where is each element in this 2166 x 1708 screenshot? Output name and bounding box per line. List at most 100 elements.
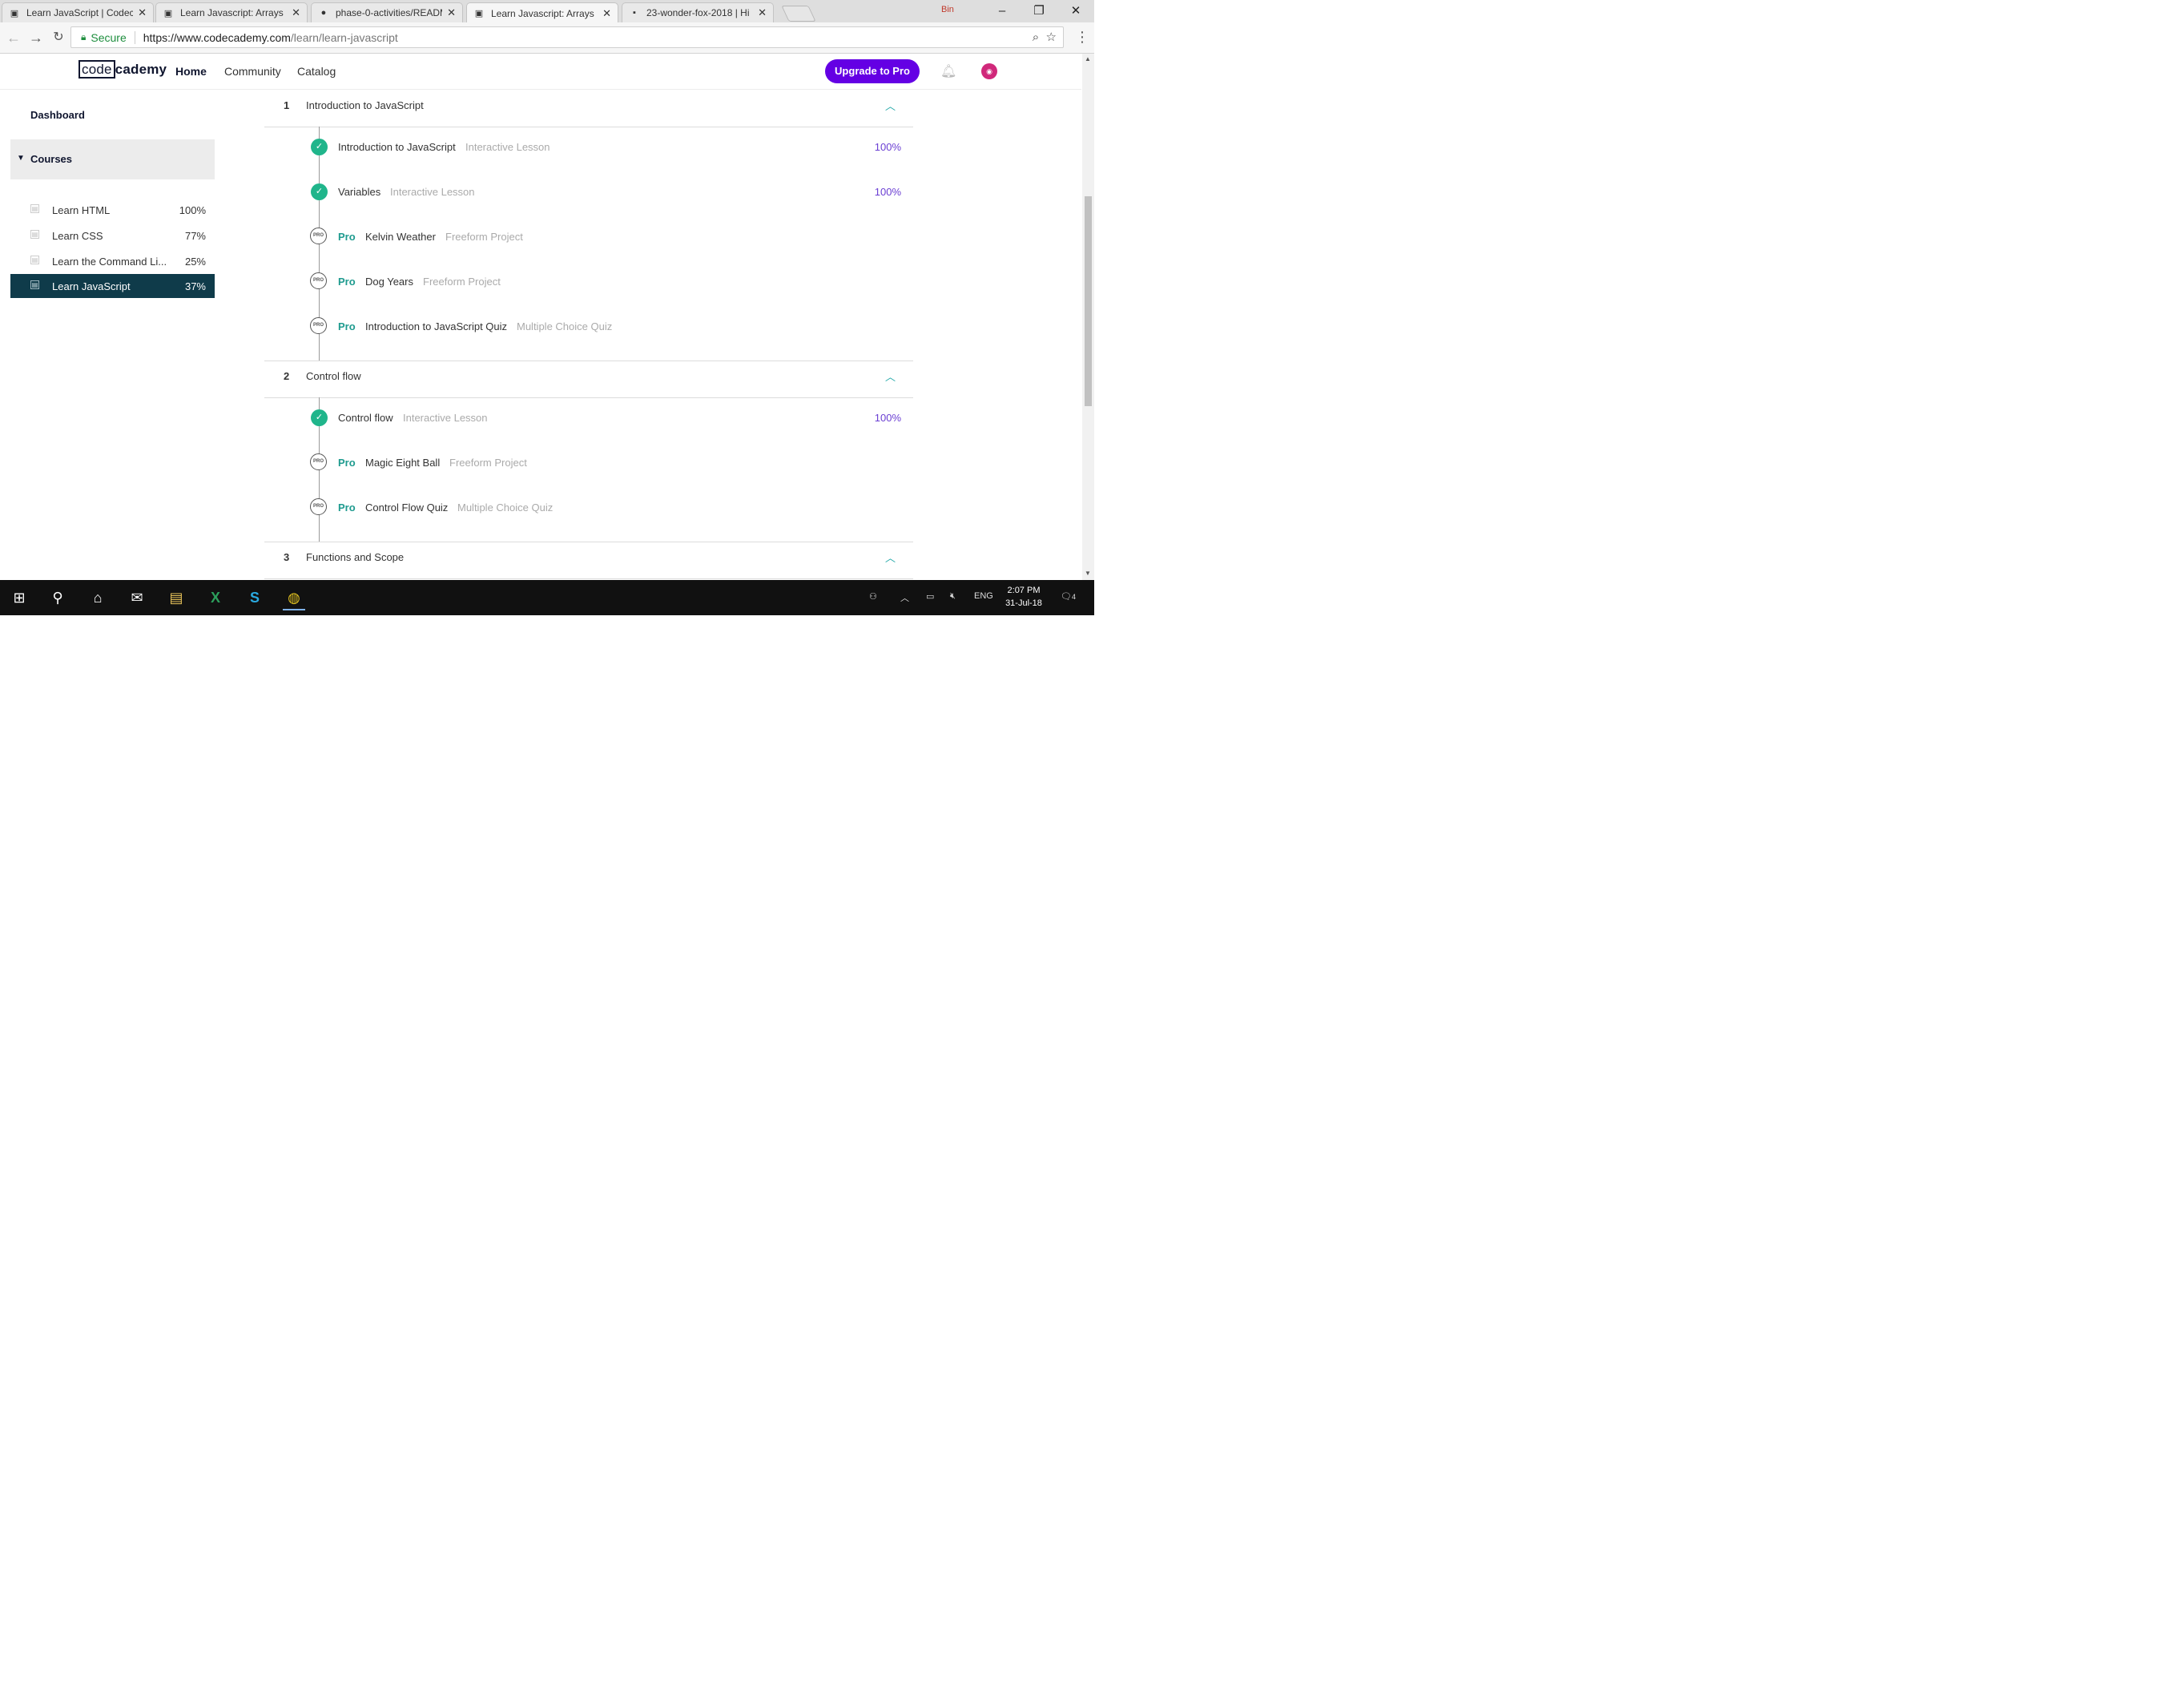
- browser-tab[interactable]: ▣ Learn Javascript: Arrays ✕: [466, 2, 618, 23]
- sidebar-course-item[interactable]: ▤ Learn CSS 77%: [10, 224, 215, 248]
- zoom-icon[interactable]: ⌕: [1033, 30, 1039, 44]
- language-indicator[interactable]: ENG: [974, 591, 993, 601]
- lesson-type: Interactive Lesson: [403, 412, 488, 424]
- scrollbar-thumb[interactable]: [1085, 196, 1092, 406]
- back-button[interactable]: ←: [5, 29, 22, 46]
- tab-close-icon[interactable]: ✕: [758, 6, 767, 19]
- course-name: Learn the Command Li...: [52, 256, 166, 268]
- checkmark-icon: ✓: [311, 409, 328, 426]
- volume-muted-icon[interactable]: 🔇︎: [950, 591, 956, 602]
- checkmark-icon: ✓: [311, 139, 328, 155]
- nav-home[interactable]: Home: [175, 65, 207, 78]
- sidebar-course-item[interactable]: ▤ Learn JavaScript 37%: [10, 274, 215, 298]
- file-explorer-icon[interactable]: ▤: [165, 586, 187, 609]
- lock-icon: 🔒︎: [81, 31, 87, 42]
- restore-button[interactable]: ❐: [1021, 2, 1057, 21]
- mail-icon[interactable]: ✉: [126, 586, 148, 609]
- course-progress: 77%: [184, 230, 206, 242]
- lesson-type: Multiple Choice Quiz: [457, 502, 554, 514]
- tab-favicon-icon: ●: [320, 8, 327, 18]
- module-header[interactable]: 3 Functions and Scope ︿: [264, 542, 913, 579]
- chevron-up-icon[interactable]: ︿: [885, 98, 896, 113]
- new-tab-button[interactable]: [781, 6, 816, 22]
- dashboard-link[interactable]: Dashboard: [30, 109, 85, 121]
- lesson-item[interactable]: PRO Pro Kelvin Weather Freeform Project: [264, 224, 913, 248]
- clock[interactable]: 2:07 PM 31-Jul-18: [1001, 584, 1046, 610]
- nav-community[interactable]: Community: [224, 65, 281, 78]
- sidebar-course-item[interactable]: ▤ Learn the Command Li... 25%: [10, 249, 215, 273]
- windows-start-icon[interactable]: ⊞: [8, 586, 30, 609]
- forward-button[interactable]: →: [27, 29, 45, 46]
- chrome-icon[interactable]: ◍: [283, 586, 305, 610]
- excel-icon[interactable]: X: [204, 586, 227, 609]
- lesson-type: Interactive Lesson: [390, 186, 475, 198]
- course-icon: ▤: [30, 230, 39, 239]
- course-icon: ▤: [30, 204, 39, 213]
- lesson-type: Interactive Lesson: [465, 141, 550, 153]
- lesson-item[interactable]: PRO Pro Introduction to JavaScript Quiz Mul…: [264, 314, 913, 338]
- course-icon: ▤: [30, 280, 39, 289]
- module-header[interactable]: 1 Introduction to JavaScript ︿: [264, 90, 913, 127]
- tab-close-icon[interactable]: ✕: [292, 6, 300, 19]
- pro-label: Pro: [338, 502, 356, 514]
- people-icon[interactable]: ⚇: [869, 591, 877, 602]
- chevron-up-icon[interactable]: ︿: [885, 369, 896, 384]
- bookmark-star-icon[interactable]: ☆: [1046, 30, 1057, 44]
- lesson-item[interactable]: PRO Pro Magic Eight Ball Freeform Project: [264, 450, 913, 474]
- browser-tab[interactable]: ▣ Learn Javascript: Arrays ✕: [155, 2, 308, 22]
- windows-taskbar: ⊞ ⚲ ⌂ ✉ ▤ X S ◍ ⚇ ︿ ▭ 🔇︎ ENG 2:07 PM 31-…: [0, 580, 1094, 615]
- address-bar[interactable]: 🔒︎ Secure https://www.codecademy.com/lea…: [70, 26, 1064, 48]
- lesson-item[interactable]: ✓ Variables Interactive Lesson 100%: [264, 179, 913, 203]
- action-center-icon[interactable]: 🗨︎4: [1061, 591, 1076, 602]
- checkmark-icon: ✓: [311, 183, 328, 200]
- module-title: Control flow: [306, 370, 361, 382]
- lesson-item[interactable]: PRO Pro Control Flow Quiz Multiple Choice Q…: [264, 495, 913, 519]
- module-title: Introduction to JavaScript: [306, 99, 424, 111]
- close-window-button[interactable]: ✕: [1057, 2, 1094, 21]
- tab-title: 23-wonder-fox-2018 | Hi: [646, 7, 750, 18]
- course-progress: 25%: [184, 256, 206, 268]
- pro-badge-icon: PRO: [310, 272, 327, 289]
- browser-tab[interactable]: ● phase-0-activities/README ✕: [311, 2, 463, 22]
- course-progress: 100%: [179, 204, 206, 216]
- pro-label: Pro: [338, 231, 356, 243]
- avatar[interactable]: ◉: [981, 63, 997, 79]
- pro-label: Pro: [338, 457, 356, 469]
- reload-button[interactable]: ↻: [50, 29, 67, 46]
- codecademy-logo[interactable]: code cademy: [79, 60, 167, 79]
- course-icon: ▤: [30, 256, 39, 264]
- logo-rest-text: cademy: [115, 62, 167, 77]
- browser-tab[interactable]: ▪ 23-wonder-fox-2018 | Hi ✕: [622, 2, 774, 22]
- upgrade-to-pro-button[interactable]: Upgrade to Pro: [825, 59, 920, 83]
- lesson-progress: 100%: [874, 141, 901, 153]
- lesson-item[interactable]: PRO Pro Dog Years Freeform Project: [264, 269, 913, 293]
- battery-icon[interactable]: ▭: [926, 591, 934, 602]
- scroll-down-arrow-icon[interactable]: ▼: [1085, 570, 1091, 577]
- module-header[interactable]: 2 Control flow ︿: [264, 361, 913, 398]
- nav-catalog[interactable]: Catalog: [297, 65, 336, 78]
- browser-tab[interactable]: ▣ Learn JavaScript | Codecademy ✕: [2, 2, 154, 22]
- lesson-item[interactable]: ✓ Introduction to JavaScript Interactive L…: [264, 135, 913, 159]
- courses-toggle[interactable]: ▼ Courses: [10, 139, 215, 179]
- tab-close-icon[interactable]: ✕: [602, 7, 611, 20]
- search-icon[interactable]: ⚲: [46, 586, 69, 609]
- skype-icon[interactable]: S: [244, 586, 266, 609]
- module-title: Functions and Scope: [306, 551, 405, 563]
- profile-badge[interactable]: Bin: [941, 5, 954, 14]
- screen: ▣ Learn JavaScript | Codecademy ✕ ▣ Learn Ja…: [0, 0, 1094, 615]
- scroll-up-arrow-icon[interactable]: ▲: [1085, 55, 1091, 62]
- page-scrollbar[interactable]: ▲ ▼: [1082, 54, 1094, 580]
- tab-close-icon[interactable]: ✕: [447, 6, 456, 19]
- tray-chevron-up-icon[interactable]: ︿: [900, 591, 909, 604]
- sidebar-course-item[interactable]: ▤ Learn HTML 100%: [10, 198, 215, 222]
- notification-bell-icon[interactable]: 🔔︎: [940, 63, 956, 79]
- lesson-name: Variables: [338, 186, 381, 198]
- lesson-progress: 100%: [874, 412, 901, 424]
- browser-menu-icon[interactable]: ⋮: [1075, 29, 1089, 46]
- tab-title: Learn Javascript: Arrays: [180, 7, 284, 18]
- lesson-item[interactable]: ✓ Control flow Interactive Lesson 100%: [264, 405, 913, 429]
- tab-close-icon[interactable]: ✕: [138, 6, 147, 19]
- chevron-up-icon[interactable]: ︿: [885, 550, 896, 565]
- home-icon[interactable]: ⌂: [87, 586, 109, 609]
- minimize-button[interactable]: –: [984, 2, 1021, 21]
